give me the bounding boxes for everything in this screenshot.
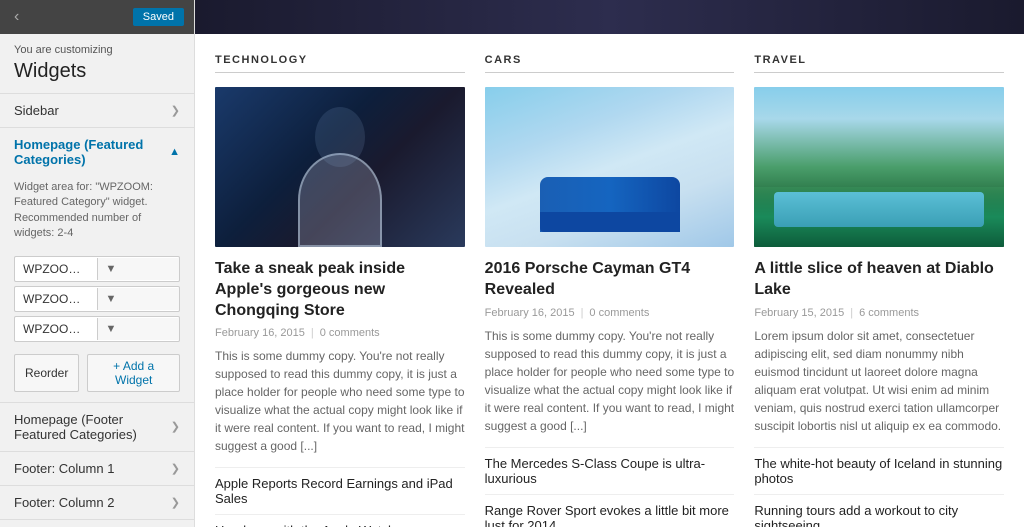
saved-badge: Saved xyxy=(133,8,184,26)
widget-actions: Reorder + Add a Widget xyxy=(0,346,194,392)
chevron-up-icon: ▲ xyxy=(169,146,180,158)
travel-column: TRAVEL A little slice of heaven at Diabl… xyxy=(754,54,1004,527)
columns-area: TECHNOLOGY Take a sneak peak inside Appl… xyxy=(195,34,1024,527)
customizing-label: You are customizing xyxy=(0,34,194,58)
site-header xyxy=(195,0,1024,34)
sidebar-item-footer-col1[interactable]: Footer: Column 1 ❯ xyxy=(0,452,194,486)
cars-column: CARS 2016 Porsche Cayman GT4 Revealed Fe… xyxy=(485,54,735,527)
sidebar-item-sidebar[interactable]: Sidebar ❯ xyxy=(0,94,194,128)
travel-link-1[interactable]: The white-hot beauty of Iceland in stunn… xyxy=(754,447,1004,494)
cars-link-1[interactable]: The Mercedes S-Class Coupe is ultra-luxu… xyxy=(485,447,735,494)
chevron-right-icon: ❯ xyxy=(171,462,180,475)
travel-featured-image xyxy=(754,87,1004,247)
tech-main-meta: February 16, 2015 | 0 comments xyxy=(215,327,465,339)
sidebar-item-footer-col2[interactable]: Footer: Column 2 ❯ xyxy=(0,486,194,520)
tech-column: TECHNOLOGY Take a sneak peak inside Appl… xyxy=(215,54,465,527)
top-bar: ‹ Saved xyxy=(0,0,194,34)
tech-column-label: TECHNOLOGY xyxy=(215,54,465,66)
dropdown-arrow-icon: ▼ xyxy=(97,258,180,280)
tech-link-2[interactable]: Hands on with the Apple Watch xyxy=(215,514,465,527)
travel-column-label: TRAVEL xyxy=(754,54,1004,66)
main-content: TECHNOLOGY Take a sneak peak inside Appl… xyxy=(195,0,1024,527)
cars-divider xyxy=(485,72,735,73)
travel-main-body: Lorem ipsum dolor sit amet, consectetuer… xyxy=(754,327,1004,435)
chevron-right-icon: ❯ xyxy=(171,420,180,433)
sidebar-item-footer-featured[interactable]: Homepage (Footer Featured Categories) ❯ xyxy=(0,403,194,452)
dropdown-arrow-icon: ▼ xyxy=(97,318,180,340)
featured-section: Homepage (Featured Categories) ▲ Widget … xyxy=(0,128,194,403)
chevron-right-icon: ❯ xyxy=(171,104,180,117)
left-panel: ‹ Saved You are customizing Widgets Side… xyxy=(0,0,195,527)
chevron-right-icon: ❯ xyxy=(171,496,180,509)
travel-main-meta: February 15, 2015 | 6 comments xyxy=(754,307,1004,319)
tech-featured-image xyxy=(215,87,465,247)
reorder-button[interactable]: Reorder xyxy=(14,354,79,392)
widgets-title: Widgets xyxy=(0,58,194,94)
widget-dropdown-1[interactable]: WPZOOM: Featured Categ... ▼ xyxy=(14,256,180,282)
widget-dropdown-2[interactable]: WPZOOM: Featured Categ... ▼ xyxy=(14,286,180,312)
cars-main-title[interactable]: 2016 Porsche Cayman GT4 Revealed xyxy=(485,259,735,301)
travel-link-2[interactable]: Running tours add a workout to city sigh… xyxy=(754,494,1004,527)
travel-main-title[interactable]: A little slice of heaven at Diablo Lake xyxy=(754,259,1004,301)
cars-main-body: This is some dummy copy. You're not real… xyxy=(485,327,735,435)
sidebar-item-footer-col3[interactable]: Footer: Column 3 ❯ xyxy=(0,520,194,527)
dropdown-arrow-icon: ▼ xyxy=(97,288,180,310)
back-button[interactable]: ‹ xyxy=(10,8,23,26)
cars-link-2[interactable]: Range Rover Sport evokes a little bit mo… xyxy=(485,494,735,527)
tech-link-1[interactable]: Apple Reports Record Earnings and iPad S… xyxy=(215,467,465,514)
tech-main-body: This is some dummy copy. You're not real… xyxy=(215,347,465,455)
lake-shape xyxy=(774,192,984,227)
cars-column-label: CARS xyxy=(485,54,735,66)
cars-main-meta: February 16, 2015 | 0 comments xyxy=(485,307,735,319)
featured-section-header[interactable]: Homepage (Featured Categories) ▲ xyxy=(0,128,194,176)
widget-dropdown-3[interactable]: WPZOOM: Featured Categ... ▼ xyxy=(14,316,180,342)
travel-divider xyxy=(754,72,1004,73)
tech-main-title[interactable]: Take a sneak peak inside Apple's gorgeou… xyxy=(215,259,465,321)
add-widget-button[interactable]: + Add a Widget xyxy=(87,354,180,392)
tech-divider xyxy=(215,72,465,73)
cars-featured-image xyxy=(485,87,735,247)
featured-description: Widget area for: "WPZOOM: Featured Categ… xyxy=(0,176,194,252)
